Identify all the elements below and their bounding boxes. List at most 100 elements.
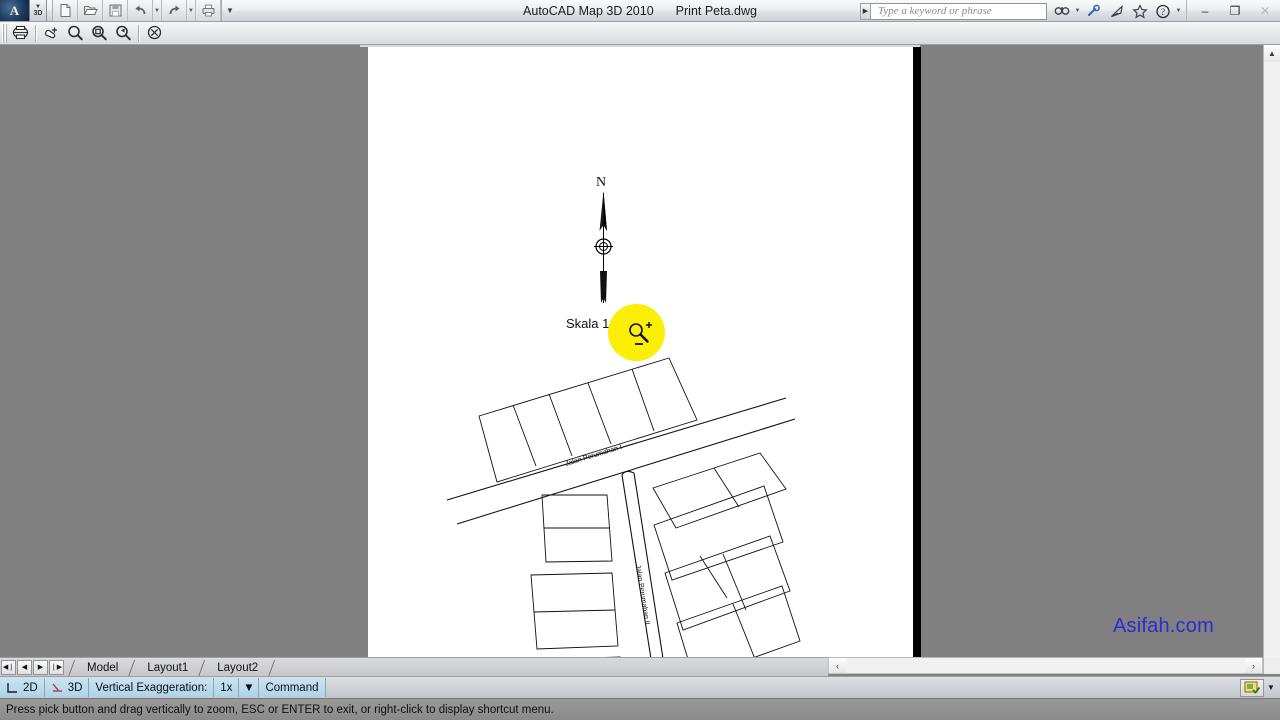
tab-layout2-label: Layout2 bbox=[217, 661, 259, 674]
street-label-jalan-perumahan-1: Jalan Perumahan I bbox=[565, 444, 623, 468]
tab-separator bbox=[67, 659, 76, 677]
title-bar-right: ▶ Type a keyword or phrase ▼ ? ▼ – ❐ ✕ bbox=[860, 0, 1280, 22]
vertical-scrollbar[interactable]: ▲ bbox=[1263, 45, 1280, 657]
toolbar-divider bbox=[35, 24, 36, 42]
undo-dropdown-icon[interactable]: ▼ bbox=[153, 0, 162, 21]
command-button[interactable]: Command bbox=[259, 678, 326, 697]
status-bar: 2D 3D Vertical Exaggeration: 1x ▼ Comman… bbox=[0, 676, 1280, 698]
vertical-exaggeration-label: Vertical Exaggeration: bbox=[89, 678, 215, 697]
tab-layout2[interactable]: Layout2 bbox=[206, 659, 267, 677]
scroll-up-icon[interactable]: ▲ bbox=[1264, 45, 1280, 62]
workspace-3d-badge[interactable]: ▼ 3D bbox=[30, 0, 47, 21]
document-title: Print Peta.dwg bbox=[675, 4, 757, 18]
close-button[interactable]: ✕ bbox=[1250, 1, 1280, 21]
qat-customize-icon[interactable]: ▼ bbox=[222, 0, 238, 21]
title-bar: A ▼ 3D ▼ ▼ ▼ AutoCAD Map 3D 2010 Print P… bbox=[0, 0, 1280, 22]
new-document-icon[interactable] bbox=[53, 0, 78, 21]
minimize-button[interactable]: – bbox=[1190, 1, 1220, 21]
svg-text:?: ? bbox=[1161, 7, 1165, 17]
layout-tabs: Model Layout1 Layout2 bbox=[67, 658, 276, 677]
search-icon[interactable] bbox=[1051, 1, 1072, 21]
pan-realtime-icon[interactable] bbox=[39, 23, 63, 44]
scroll-right-icon[interactable]: › bbox=[1245, 658, 1262, 673]
vertical-exaggeration-value[interactable]: 1x bbox=[214, 678, 240, 697]
view-3d-label: 3D bbox=[67, 681, 83, 694]
first-tab-button[interactable]: ◀❘ bbox=[1, 659, 16, 675]
tab-separator bbox=[267, 659, 276, 677]
north-arrow-symbol bbox=[594, 191, 613, 303]
horizontal-scrollbar[interactable]: ‹ › bbox=[828, 657, 1263, 674]
infocenter-buttons: ▼ ? ▼ bbox=[1047, 1, 1186, 21]
last-tab-button[interactable]: ❘▶ bbox=[49, 659, 64, 675]
tab-model-label: Model bbox=[87, 661, 119, 674]
axis-3d-icon bbox=[51, 682, 64, 694]
view-2d-button[interactable]: 2D bbox=[0, 678, 45, 697]
save-document-icon[interactable] bbox=[103, 0, 128, 21]
axis-2d-icon bbox=[6, 682, 19, 694]
help-icon[interactable]: ? bbox=[1152, 1, 1173, 21]
vertical-exaggeration-dropdown-icon[interactable]: ▼ bbox=[239, 678, 260, 697]
parcel-blocks-west bbox=[530, 494, 621, 657]
plot-preview-canvas[interactable]: Jalan Perumahan I Jalan Perumahan II Ska… bbox=[0, 45, 1280, 657]
next-tab-button[interactable]: ▶ bbox=[33, 659, 48, 675]
annotation-dropdown-icon[interactable]: ▼ bbox=[1264, 683, 1278, 692]
search-input[interactable]: Type a keyword or phrase bbox=[871, 2, 1047, 20]
tab-layout1[interactable]: Layout1 bbox=[136, 659, 197, 677]
search-dropdown-icon[interactable]: ▼ bbox=[1074, 8, 1081, 14]
open-document-icon[interactable] bbox=[78, 0, 103, 21]
previous-tab-button[interactable]: ◀ bbox=[17, 659, 32, 675]
tab-separator bbox=[197, 659, 206, 677]
parcel-blocks-north bbox=[478, 357, 698, 483]
street-label-jalan-perumahan-2: Jalan Perumahan II bbox=[634, 564, 650, 625]
infocenter-expand-icon[interactable]: ▶ bbox=[860, 2, 871, 20]
zoom-realtime-icon[interactable] bbox=[63, 23, 87, 44]
search-placeholder: Type a keyword or phrase bbox=[878, 5, 992, 17]
plot-preview-plot-icon[interactable] bbox=[8, 23, 32, 44]
communication-center-icon[interactable] bbox=[1083, 1, 1104, 21]
parcel-blocks-east bbox=[652, 452, 801, 657]
status-bar-right: ▼ bbox=[1240, 677, 1280, 699]
window-controls: – ❐ ✕ bbox=[1186, 0, 1280, 22]
view-2d-label: 2D bbox=[23, 681, 38, 694]
plot-icon[interactable] bbox=[196, 0, 221, 21]
tab-layout1-label: Layout1 bbox=[147, 661, 189, 674]
qat-button-group: ▼ ▼ bbox=[52, 0, 222, 21]
restore-button[interactable]: ❐ bbox=[1220, 1, 1250, 21]
horizontal-scroll-track[interactable] bbox=[846, 658, 1245, 673]
infocenter: ▶ Type a keyword or phrase ▼ ? ▼ bbox=[860, 1, 1186, 22]
annotation-scale-icon[interactable] bbox=[1240, 678, 1264, 697]
toolbar-divider-2 bbox=[138, 24, 139, 42]
tab-model[interactable]: Model bbox=[76, 659, 127, 677]
zoom-previous-icon[interactable] bbox=[111, 23, 135, 44]
zoom-window-icon[interactable] bbox=[87, 23, 111, 44]
application-title: AutoCAD Map 3D 2010 bbox=[523, 4, 654, 18]
north-label: N bbox=[596, 175, 607, 190]
status-bar-spacer bbox=[325, 678, 1240, 697]
road-network bbox=[446, 397, 796, 657]
scrollbar-corner bbox=[1263, 657, 1280, 674]
redo-dropdown-icon[interactable]: ▼ bbox=[187, 0, 196, 21]
command-label: Command bbox=[265, 681, 319, 694]
command-prompt-bar: Press pick button and drag vertically to… bbox=[0, 698, 1280, 720]
application-logo: A bbox=[9, 2, 20, 18]
layout-tab-strip: ◀❘ ◀ ▶ ❘▶ Model Layout1 Layout2 bbox=[0, 657, 828, 676]
satellite-dish-icon[interactable] bbox=[1106, 1, 1127, 21]
workspace-badge-label: 3D bbox=[33, 9, 43, 17]
tab-separator bbox=[127, 659, 136, 677]
zoom-realtime-cursor bbox=[629, 322, 652, 345]
tab-navigation-buttons: ◀❘ ◀ ▶ ❘▶ bbox=[0, 659, 64, 675]
vertical-exaggeration-text: Vertical Exaggeration: bbox=[95, 681, 208, 694]
close-preview-icon[interactable] bbox=[142, 23, 166, 44]
favorites-star-icon[interactable] bbox=[1129, 1, 1150, 21]
application-menu-button[interactable]: A bbox=[0, 0, 30, 21]
view-3d-button[interactable]: 3D bbox=[44, 678, 90, 697]
quick-access-toolbar: A ▼ 3D ▼ ▼ ▼ bbox=[0, 0, 238, 22]
vertical-exaggeration-value-text: 1x bbox=[220, 681, 233, 694]
watermark-asifah: Asifah.com bbox=[1113, 615, 1214, 637]
redo-icon[interactable] bbox=[162, 0, 187, 21]
autocad-map-3d-window: A ▼ 3D ▼ ▼ ▼ AutoCAD Map 3D 2010 Print P… bbox=[0, 0, 1280, 720]
prompt-message: Press pick button and drag vertically to… bbox=[6, 703, 554, 716]
undo-icon[interactable] bbox=[128, 0, 153, 21]
help-dropdown-icon[interactable]: ▼ bbox=[1175, 8, 1182, 14]
scroll-left-icon[interactable]: ‹ bbox=[829, 658, 846, 673]
